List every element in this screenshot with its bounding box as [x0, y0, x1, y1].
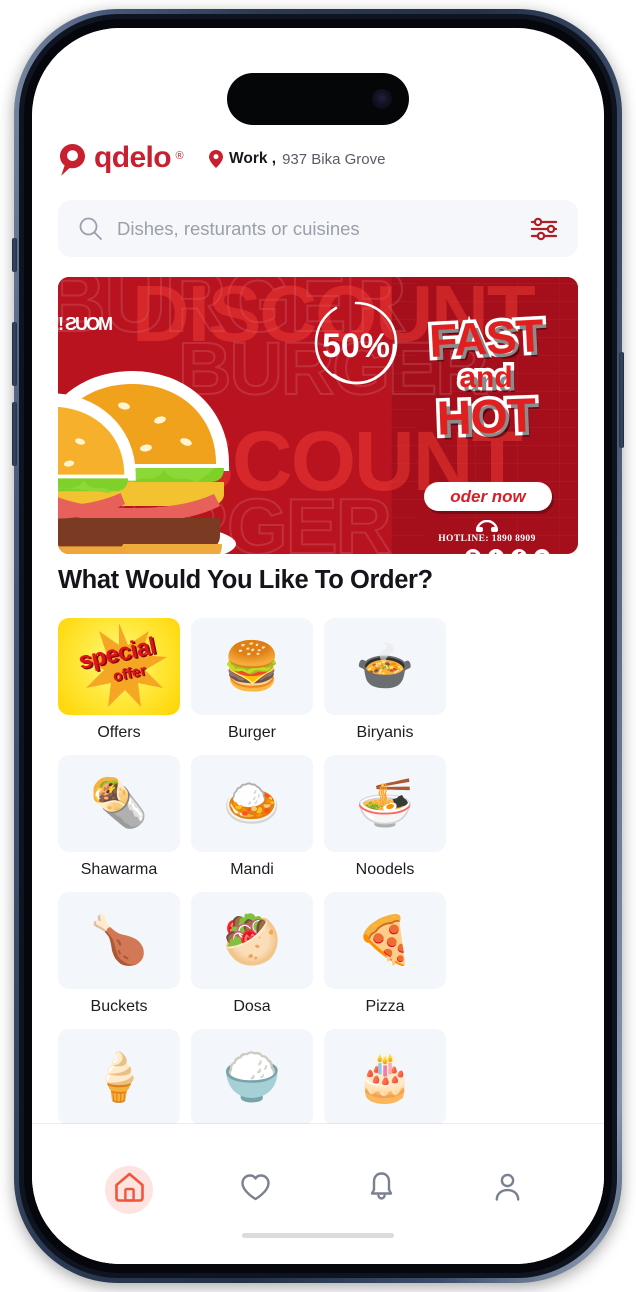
brand-wordmark: qdelo ®: [94, 141, 184, 175]
phone-screen: qdelo ® Work , 937 Bika Grove Dishes, re…: [32, 28, 604, 1264]
map-pin-icon: [209, 150, 223, 168]
promo-banner[interactable]: BURGER DISCOUNT BURGER DISCOUNT BURGER M…: [58, 277, 578, 554]
biryanis-card[interactable]: 🍲: [324, 618, 446, 715]
sidebar-item-notifications[interactable]: [318, 1158, 444, 1214]
dosa-card[interactable]: 🥙: [191, 892, 313, 989]
banner-corner-text: MOUS !!!: [58, 314, 113, 334]
category-item-shawarma[interactable]: 🌯 Shawarma: [58, 755, 180, 879]
ice-cream-cone-icon: 🍦: [89, 1050, 149, 1105]
banner-headline: FAST and HOT: [406, 306, 566, 450]
offers-card[interactable]: special offer: [58, 618, 180, 715]
mandi-card[interactable]: 🍛: [191, 755, 313, 852]
volume-down-button[interactable]: [12, 402, 17, 466]
phone-icon: [476, 520, 498, 532]
search-input[interactable]: [117, 217, 530, 240]
facebook-icon[interactable]: f: [511, 549, 527, 554]
power-button[interactable]: [619, 352, 624, 448]
category-item-burger[interactable]: 🍔 Burger: [191, 618, 313, 742]
category-item-dosa[interactable]: 🥙 Dosa: [191, 892, 313, 1016]
category-label: Biryanis: [356, 724, 414, 741]
burger-icon: 🍔: [222, 639, 282, 694]
category-item-noodels[interactable]: 🍜 Noodels: [324, 755, 446, 879]
category-label: Burger: [227, 724, 277, 741]
brand-name: qdelo: [94, 141, 172, 174]
discount-badge: 50%: [314, 301, 398, 385]
cakes-card[interactable]: 🎂: [324, 1029, 446, 1126]
category-label: Shawarma: [80, 861, 158, 878]
front-camera-icon: [372, 89, 392, 109]
birthday-cake-icon: 🎂: [355, 1050, 415, 1105]
category-item-mandi[interactable]: 🍛 Mandi: [191, 755, 313, 879]
hotline-block: HOTLINE: 1890 8909: [416, 520, 558, 544]
person-icon[interactable]: [491, 1170, 524, 1203]
filter-sliders-icon[interactable]: [530, 217, 558, 241]
fried-rice-card[interactable]: 🍚: [191, 1029, 313, 1126]
burger-card[interactable]: 🍔: [191, 618, 313, 715]
headline-line-3: HOT: [432, 386, 539, 449]
biryani-bowl-icon: 🍲: [355, 639, 415, 694]
app-viewport: qdelo ® Work , 937 Bika Grove Dishes, re…: [32, 28, 604, 1264]
sidebar-item-home[interactable]: [66, 1158, 192, 1214]
dosa-plate-icon: 🥙: [222, 913, 282, 968]
ice-cream-card[interactable]: 🍦: [58, 1029, 180, 1126]
headline-line-2: and: [456, 359, 516, 396]
page-title: What Would You Like To Order?: [58, 566, 433, 594]
category-grid: special offer Offers 🍔 Burger 🍲 Biryanis…: [58, 618, 578, 1153]
search-icon[interactable]: [78, 216, 103, 241]
noodles-bowl-icon: 🍜: [355, 776, 415, 831]
headline-line-1: FAST: [424, 306, 547, 371]
category-label: Pizza: [365, 998, 405, 1015]
sidebar-item-profile[interactable]: [444, 1158, 570, 1214]
chicken-bucket-icon: 🍗: [89, 913, 149, 968]
discount-value: 50%: [322, 327, 390, 365]
heart-icon[interactable]: [239, 1170, 272, 1203]
category-item-biryanis[interactable]: 🍲 Biryanis: [324, 618, 446, 742]
pizza-icon: 🍕: [355, 913, 415, 968]
category-label: Buckets: [90, 998, 148, 1015]
social-links[interactable]: P t f ◉: [465, 549, 550, 554]
twitter-icon[interactable]: t: [488, 549, 504, 554]
sidebar-item-favorites[interactable]: [192, 1158, 318, 1214]
category-label: Noodels: [355, 861, 415, 878]
location-pin-icon: [60, 144, 85, 176]
hotline-text: HOTLINE: 1890 8909: [438, 534, 536, 544]
dynamic-island: [227, 73, 409, 125]
search-bar[interactable]: [58, 200, 578, 257]
shawarma-card[interactable]: 🌯: [58, 755, 180, 852]
category-item-offers[interactable]: special offer Offers: [58, 618, 180, 742]
order-now-button[interactable]: oder now: [424, 482, 552, 511]
mute-switch[interactable]: [12, 238, 17, 272]
home-icon[interactable]: [113, 1170, 146, 1203]
pizza-card[interactable]: 🍕: [324, 892, 446, 989]
burger-illustration: [58, 370, 236, 554]
volume-up-button[interactable]: [12, 322, 17, 386]
registered-mark: ®: [175, 150, 183, 162]
category-item-pizza[interactable]: 🍕 Pizza: [324, 892, 446, 1016]
address-label: Work ,: [229, 150, 277, 167]
app-header: qdelo ® Work , 937 Bika Grove: [32, 128, 604, 190]
pinterest-icon[interactable]: P: [465, 549, 481, 554]
noodels-card[interactable]: 🍜: [324, 755, 446, 852]
bottom-navigation: [32, 1124, 604, 1264]
buckets-card[interactable]: 🍗: [58, 892, 180, 989]
category-label: Dosa: [233, 998, 271, 1015]
category-label: Offers: [97, 724, 141, 741]
address-value: 937 Bika Grove: [282, 150, 386, 168]
home-indicator[interactable]: [242, 1233, 394, 1238]
instagram-icon[interactable]: ◉: [534, 549, 550, 554]
fried-rice-bowl-icon: 🍚: [222, 1050, 282, 1105]
phone-mockup: qdelo ® Work , 937 Bika Grove Dishes, re…: [0, 0, 636, 1292]
delivery-address[interactable]: Work , 937 Bika Grove: [209, 150, 385, 168]
brand-logo[interactable]: qdelo ®: [58, 141, 184, 177]
mandi-plate-icon: 🍛: [222, 776, 282, 831]
bell-icon[interactable]: [365, 1170, 398, 1203]
category-label: Mandi: [230, 861, 274, 878]
shawarma-icon: 🌯: [89, 776, 149, 831]
category-item-buckets[interactable]: 🍗 Buckets: [58, 892, 180, 1016]
